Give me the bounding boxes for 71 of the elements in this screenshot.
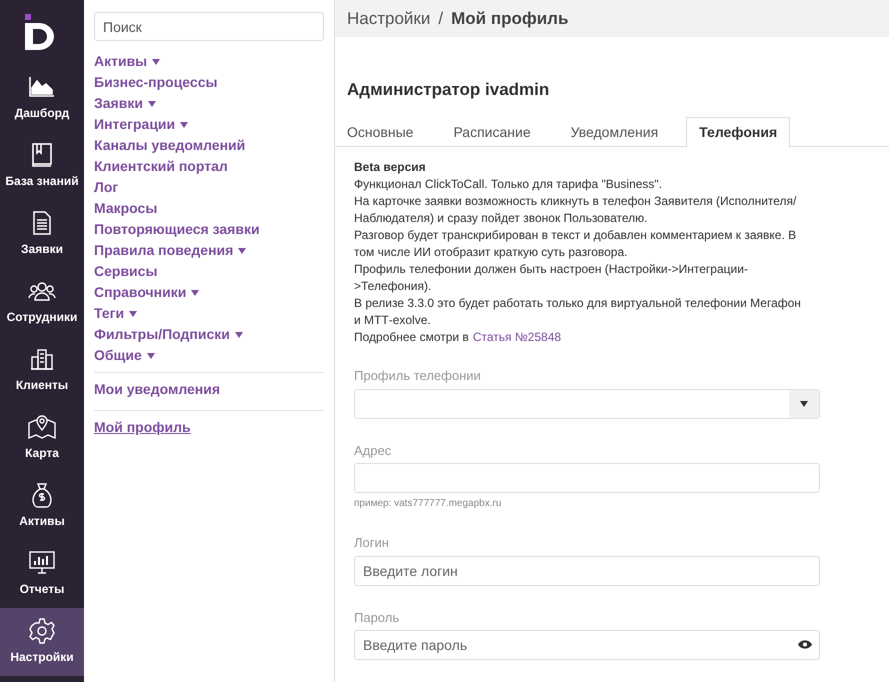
menu-link[interactable]: Мой профиль	[94, 417, 324, 438]
caret-icon	[238, 248, 246, 254]
nav-item[interactable]: Дашборд	[0, 64, 84, 132]
caret-icon	[152, 58, 160, 64]
menu-link[interactable]: Бизнес-процессы	[94, 72, 324, 93]
people-icon	[28, 281, 56, 301]
eye-icon[interactable]	[798, 640, 812, 649]
field-label: Пароль	[354, 608, 400, 627]
menu-link[interactable]: Заявки	[94, 93, 324, 114]
profile-dropdown[interactable]	[354, 388, 820, 418]
buildings-icon	[30, 347, 54, 371]
menu-link[interactable]: Справочники	[94, 282, 324, 303]
tab[interactable]: Телефония	[686, 117, 790, 148]
field-hint: пример: vats777777.megapbx.ru	[354, 497, 502, 511]
breadcrumb-separator: /	[438, 8, 444, 30]
input-field[interactable]	[354, 463, 820, 493]
menu-link[interactable]: Активы	[94, 51, 324, 72]
tab[interactable]: Основные	[335, 117, 426, 148]
map-pin-icon	[27, 414, 57, 440]
caret-icon	[180, 122, 188, 128]
notice-text: В релизе 3.3.0 это будет работать только для виртуальной телефонии Мегафон и МТТ-exolve.	[354, 295, 802, 329]
caret-icon	[191, 290, 200, 296]
notice-text: Функционал ClickToCall. Только для тарифа "Business".	[354, 176, 664, 193]
nav-item[interactable]: Заявки	[0, 200, 84, 268]
field-label: Адрес	[354, 442, 392, 460]
caret-icon	[146, 352, 155, 358]
menu-link[interactable]: Правила поведения	[94, 240, 324, 261]
field-label: Профиль телефонии	[354, 367, 482, 385]
breadcrumb-current: Мой профиль	[451, 8, 568, 30]
menu-link[interactable]: Мои уведомления	[94, 379, 324, 400]
chart-icon	[28, 76, 56, 98]
nav-item[interactable]: Отчеты	[0, 540, 84, 608]
notice-heading: Beta версия	[354, 159, 427, 176]
caret-icon	[800, 400, 808, 406]
caret-icon	[129, 310, 138, 316]
menu-link[interactable]: Макросы	[94, 198, 324, 219]
menu-link[interactable]: Сервисы	[94, 261, 324, 282]
menu-link[interactable]: Общие	[94, 345, 324, 366]
input-field[interactable]: Введите пароль	[354, 630, 820, 660]
tab[interactable]: Уведомления	[558, 117, 670, 148]
nav-item[interactable]: База знаний	[0, 132, 84, 200]
menu-link[interactable]: Лог	[94, 177, 324, 198]
notice-text: Подробнее смотри в	[354, 329, 469, 346]
menu-link[interactable]: Клиентский портал	[94, 156, 324, 177]
document-icon	[33, 211, 51, 235]
nav-item[interactable]: Карта	[0, 404, 84, 472]
menu-link[interactable]: Каналы уведомлений	[94, 135, 324, 156]
menu-link[interactable]: Повторяющиеся заявки	[94, 219, 324, 240]
nav-item[interactable]: Сотрудники	[0, 268, 84, 336]
nav-item[interactable]: Настройки	[0, 608, 84, 676]
article-link[interactable]: Статья №25848	[472, 329, 562, 346]
nav-item[interactable]: Активы	[0, 472, 84, 540]
menu-link[interactable]: Фильтры/Подписки	[94, 324, 324, 345]
breadcrumb-link[interactable]: Настройки	[347, 6, 430, 32]
tab[interactable]: Расписание	[441, 117, 543, 148]
settings-icon	[29, 618, 55, 644]
money-bag-icon	[31, 482, 53, 508]
monitor-chart-icon	[29, 551, 55, 575]
input-field[interactable]: Введите логин	[354, 556, 820, 586]
notice-text: Разговор будет транскрибирован в текст и добавлен комментарием к заявке. В том числе ИИ отобразит краткую суть разговора.	[354, 227, 798, 261]
book-icon	[31, 143, 53, 167]
nav-item[interactable]: Клиенты	[0, 336, 84, 404]
field-label: Логин	[354, 534, 390, 552]
notice-text: На карточке заявки возможность кликнуть в телефон Заявителя (Исполнителя/Наблюдателя) и сразу пойдет звонок Пользователю.	[354, 193, 798, 227]
profile-title: Администратор ivadmin	[346, 79, 550, 101]
caret-icon	[234, 332, 243, 338]
search-field[interactable]: Поиск	[94, 12, 324, 41]
menu-link[interactable]: Интеграции	[94, 114, 324, 135]
menu-link[interactable]: Теги	[94, 303, 324, 324]
caret-icon	[148, 100, 156, 106]
notice-text: Профиль телефонии должен быть настроен (Настройки->Интеграции->Телефония).	[354, 261, 749, 295]
